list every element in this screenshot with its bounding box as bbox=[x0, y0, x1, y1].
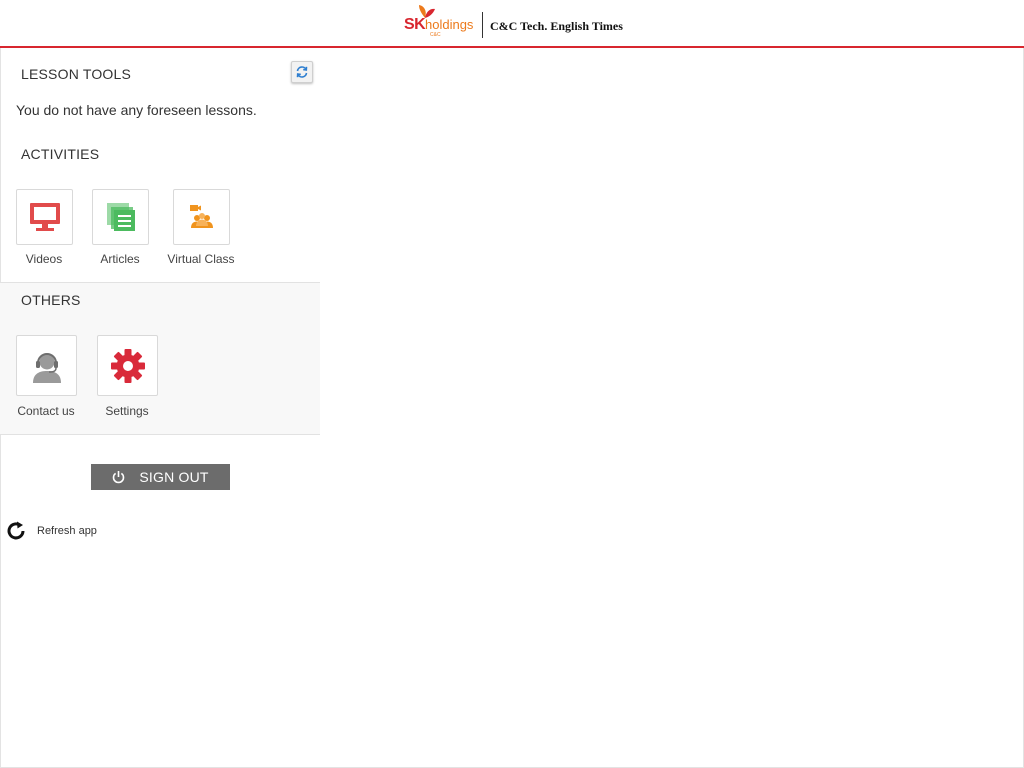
videos-label: Videos bbox=[25, 252, 63, 266]
articles-tile[interactable] bbox=[92, 189, 149, 245]
contact-us-tile[interactable] bbox=[16, 335, 77, 396]
settings-tile[interactable] bbox=[97, 335, 158, 396]
monitor-icon bbox=[29, 203, 60, 231]
articles-label: Articles bbox=[100, 252, 140, 266]
lesson-tools-heading: LESSON TOOLS bbox=[21, 66, 132, 82]
app-header: SK holdings C&C C&C Tech. English Times bbox=[0, 0, 1024, 48]
virtual-class-tile[interactable] bbox=[173, 189, 230, 245]
videos-tile[interactable] bbox=[16, 189, 73, 245]
power-icon bbox=[113, 471, 125, 484]
sign-out-label: SIGN OUT bbox=[139, 469, 209, 485]
contact-us-label: Contact us bbox=[17, 404, 75, 418]
brand-logo: SK holdings C&C C&C Tech. English Times bbox=[404, 4, 644, 42]
no-lessons-message: You do not have any foreseen lessons. bbox=[16, 102, 257, 118]
activities-heading: ACTIVITIES bbox=[21, 146, 100, 162]
virtual-class-label: Virtual Class bbox=[167, 252, 235, 266]
gear-icon bbox=[110, 348, 145, 383]
brand-sub-text: C&C bbox=[430, 32, 441, 38]
refresh-app-icon bbox=[7, 521, 25, 540]
sk-holdings-logo: SK holdings C&C bbox=[404, 4, 476, 42]
refresh-icon bbox=[296, 66, 308, 78]
lesson-refresh-button[interactable] bbox=[291, 61, 313, 83]
brand-sk-text: SK bbox=[404, 16, 426, 33]
headset-user-icon bbox=[32, 352, 61, 383]
documents-icon bbox=[106, 203, 135, 231]
refresh-app-label: Refresh app bbox=[37, 525, 97, 537]
sign-out-button[interactable]: SIGN OUT bbox=[91, 464, 230, 490]
brand-holdings-text: holdings bbox=[425, 17, 474, 32]
virtual-class-icon bbox=[189, 205, 213, 228]
app-title: C&C Tech. English Times bbox=[490, 19, 623, 33]
logo-divider bbox=[482, 12, 483, 38]
refresh-app-link[interactable]: Refresh app bbox=[6, 521, 97, 541]
others-heading: OTHERS bbox=[21, 292, 81, 308]
settings-label: Settings bbox=[105, 404, 149, 418]
